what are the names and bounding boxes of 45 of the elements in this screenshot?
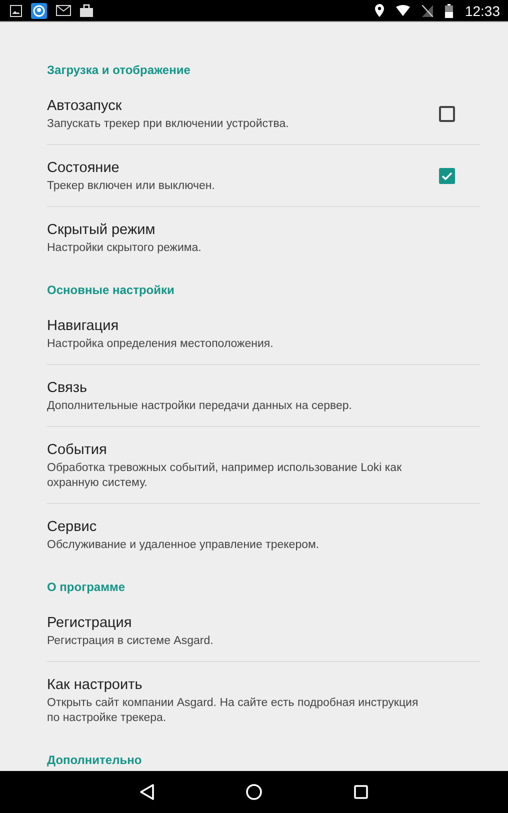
settings-item[interactable]: Состояние Трекер включен или выключен. — [47, 145, 480, 207]
section-header: Загрузка и отображение — [47, 62, 192, 79]
item-summary: Регистрация в системе Asgard. — [47, 634, 214, 649]
battery-icon — [444, 4, 453, 18]
settings-item[interactable]: События Обработка тревожных событий, например использование Loki как охранную систему. — [47, 427, 480, 504]
image-icon — [10, 4, 22, 16]
settings-item[interactable]: Сервис Обслуживание и удаленное управление трекером. — [47, 504, 480, 565]
item-title: Связь — [47, 379, 88, 398]
item-summary: Трекер включен или выключен. — [47, 179, 216, 194]
checked-checkbox[interactable] — [439, 168, 455, 184]
section-header: Основные настройки — [47, 282, 176, 299]
item-summary: Настройки скрытого режима. — [47, 241, 202, 256]
signal-icon — [422, 4, 433, 16]
item-title: События — [47, 441, 107, 460]
settings-item[interactable]: Как настроить Открыть сайт компании Asgard. На сайте есть подробная инструкция по настройке трекера. — [47, 662, 480, 738]
settings-item[interactable]: Связь Дополнительные настройки передачи данных на сервер. — [47, 365, 480, 427]
back-icon[interactable] — [140, 784, 154, 800]
item-summary: Обработка тревожных событий, например использование Loki как охранную систему. — [47, 461, 403, 491]
item-summary: Настройка определения местоположения. — [47, 337, 274, 352]
item-summary: Открыть сайт компании Asgard. На сайте есть подробная инструкция по настройке трекера. — [47, 696, 420, 726]
section-header: Дополнительно — [47, 752, 143, 769]
recent-apps-icon[interactable] — [354, 785, 368, 799]
item-summary: Обслуживание и удаленное управление трекером. — [47, 538, 320, 553]
item-title: Состояние — [47, 159, 120, 178]
app-icon — [31, 2, 47, 18]
settings-item[interactable]: Скрытый режим Настройки скрытого режима. — [47, 207, 480, 268]
section-header: О программе — [47, 579, 126, 596]
settings-item[interactable]: Автозапуск Запускать трекер при включении устройства. — [47, 83, 480, 145]
item-title: Регистрация — [47, 614, 132, 633]
settings-item[interactable]: Навигация Настройка определения местоположения. — [47, 303, 480, 365]
checkbox[interactable] — [439, 106, 455, 122]
item-title: Сервис — [47, 518, 97, 537]
briefcase-icon — [80, 4, 93, 17]
wifi-icon — [396, 5, 410, 16]
clock-time: 12:33 — [464, 2, 500, 18]
item-summary: Запускать трекер при включении устройства. — [47, 117, 290, 132]
item-title: Скрытый режим — [47, 221, 156, 240]
item-summary: Дополнительные настройки передачи данных на сервер. — [47, 399, 353, 414]
location-icon — [374, 4, 384, 17]
item-title: Автозапуск — [47, 97, 122, 116]
settings-item[interactable]: Регистрация Регистрация в системе Asgard. — [47, 600, 480, 662]
item-title: Навигация — [47, 317, 119, 336]
item-title: Как настроить — [47, 676, 142, 695]
mail-icon — [56, 5, 71, 16]
home-icon[interactable] — [246, 784, 262, 800]
